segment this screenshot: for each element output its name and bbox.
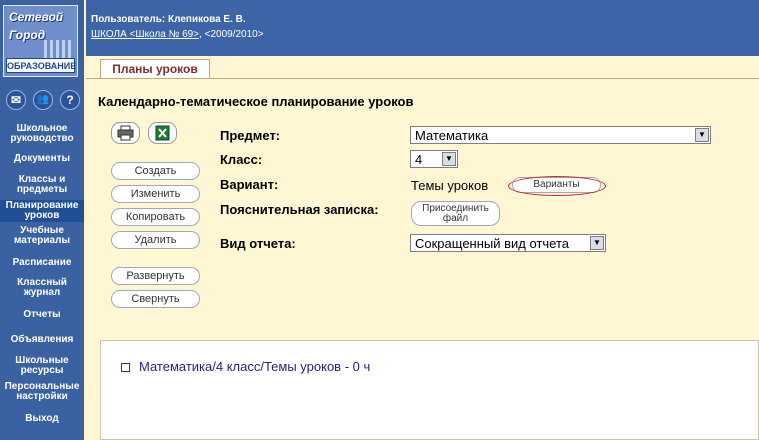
sidebar-item-class-journal[interactable]: Классный журнал [0,278,84,298]
mail-icon[interactable]: ✉ [6,90,26,110]
collapse-button[interactable]: Свернуть [111,290,200,308]
lesson-tree-panel: Математика/4 класс/Темы уроков - 0 ч [100,340,759,440]
tree-item-checkbox[interactable] [121,363,130,372]
school-year: , <2009/2010> [199,29,264,40]
highlight-ring [508,176,606,196]
print-button[interactable] [111,122,140,144]
subject-label: Предмет: [220,128,281,143]
class-label: Класс: [220,152,263,167]
logo-line-1: Сетевой [9,10,64,24]
users-icon[interactable]: 👥 [33,90,53,110]
sidebar-item-logout[interactable]: Выход [0,414,84,425]
chevron-down-icon: ▼ [590,236,604,250]
chevron-down-icon: ▼ [695,128,709,142]
report-type-select[interactable]: Сокращенный вид отчета ▼ [410,234,606,252]
school-link[interactable]: ШКОЛА <Школа № 69> [91,29,199,40]
school-info: ШКОЛА <Школа № 69>, <2009/2010> [91,29,264,40]
variant-label: Вариант: [220,177,279,192]
user-name: Пользователь: Клепикова Е. В. [91,14,246,25]
sidebar-item-classes-subjects[interactable]: Классы и предметы [0,175,84,195]
report-type-label: Вид отчета: [220,236,296,251]
sidebar-item-reports[interactable]: Отчеты [0,310,84,321]
attach-file-button[interactable]: Присоединить файл [411,201,500,226]
class-select[interactable]: 4 ▼ [410,150,458,168]
sidebar-tool-icons: ✉ 👥 ? [4,90,82,112]
help-icon[interactable]: ? [60,90,80,110]
copy-button[interactable]: Копировать [111,208,200,226]
sidebar-item-personal-settings[interactable]: Персональные настройки [0,382,84,402]
excel-icon [155,125,170,141]
tab-strip: Планы уроков [86,56,759,79]
edit-button[interactable]: Изменить [111,185,200,203]
tab-lesson-plans[interactable]: Планы уроков [100,59,210,78]
logo-line-2: Город [9,28,46,42]
subject-select[interactable]: Математика ▼ [410,126,711,144]
delete-button[interactable]: Удалить [111,231,200,249]
sidebar-item-lesson-planning[interactable]: Планирование уроков [0,200,84,222]
logo[interactable]: Сетевой Город ОБРАЗОВАНИЕ [3,5,78,77]
sidebar-item-school-resources[interactable]: Школьные ресурсы [0,356,84,376]
expand-button[interactable]: Развернуть [111,267,200,285]
export-excel-button[interactable] [148,122,177,144]
sidebar-item-announcements[interactable]: Объявления [0,335,84,346]
sidebar: Сетевой Город ОБРАЗОВАНИЕ ✉ 👥 ? Школьное… [0,0,86,440]
sidebar-item-learning-materials[interactable]: Учебные материалы [0,226,84,246]
create-button[interactable]: Создать [111,162,200,180]
sidebar-item-schedule[interactable]: Расписание [0,258,84,269]
tree-item[interactable]: Математика/4 класс/Темы уроков - 0 ч [139,359,370,374]
chevron-down-icon: ▼ [442,152,456,166]
logo-grid-decoration [44,40,74,58]
printer-icon [117,125,134,141]
class-value: 4 [415,152,423,167]
header: Пользователь: Клепикова Е. В. ШКОЛА <Шко… [86,0,759,56]
sidebar-item-school-management[interactable]: Школьное руководство [0,124,84,144]
variant-value: Темы уроков [411,178,489,193]
page-title: Календарно-тематическое планирование уро… [98,94,414,109]
logo-line-3: ОБРАЗОВАНИЕ [6,58,76,73]
report-type-value: Сокращенный вид отчета [415,236,569,251]
attach-file-label-2: файл [442,213,469,224]
subject-value: Математика [415,128,489,143]
sidebar-item-documents[interactable]: Документы [0,154,84,165]
note-label: Пояснительная записка: [220,202,379,217]
